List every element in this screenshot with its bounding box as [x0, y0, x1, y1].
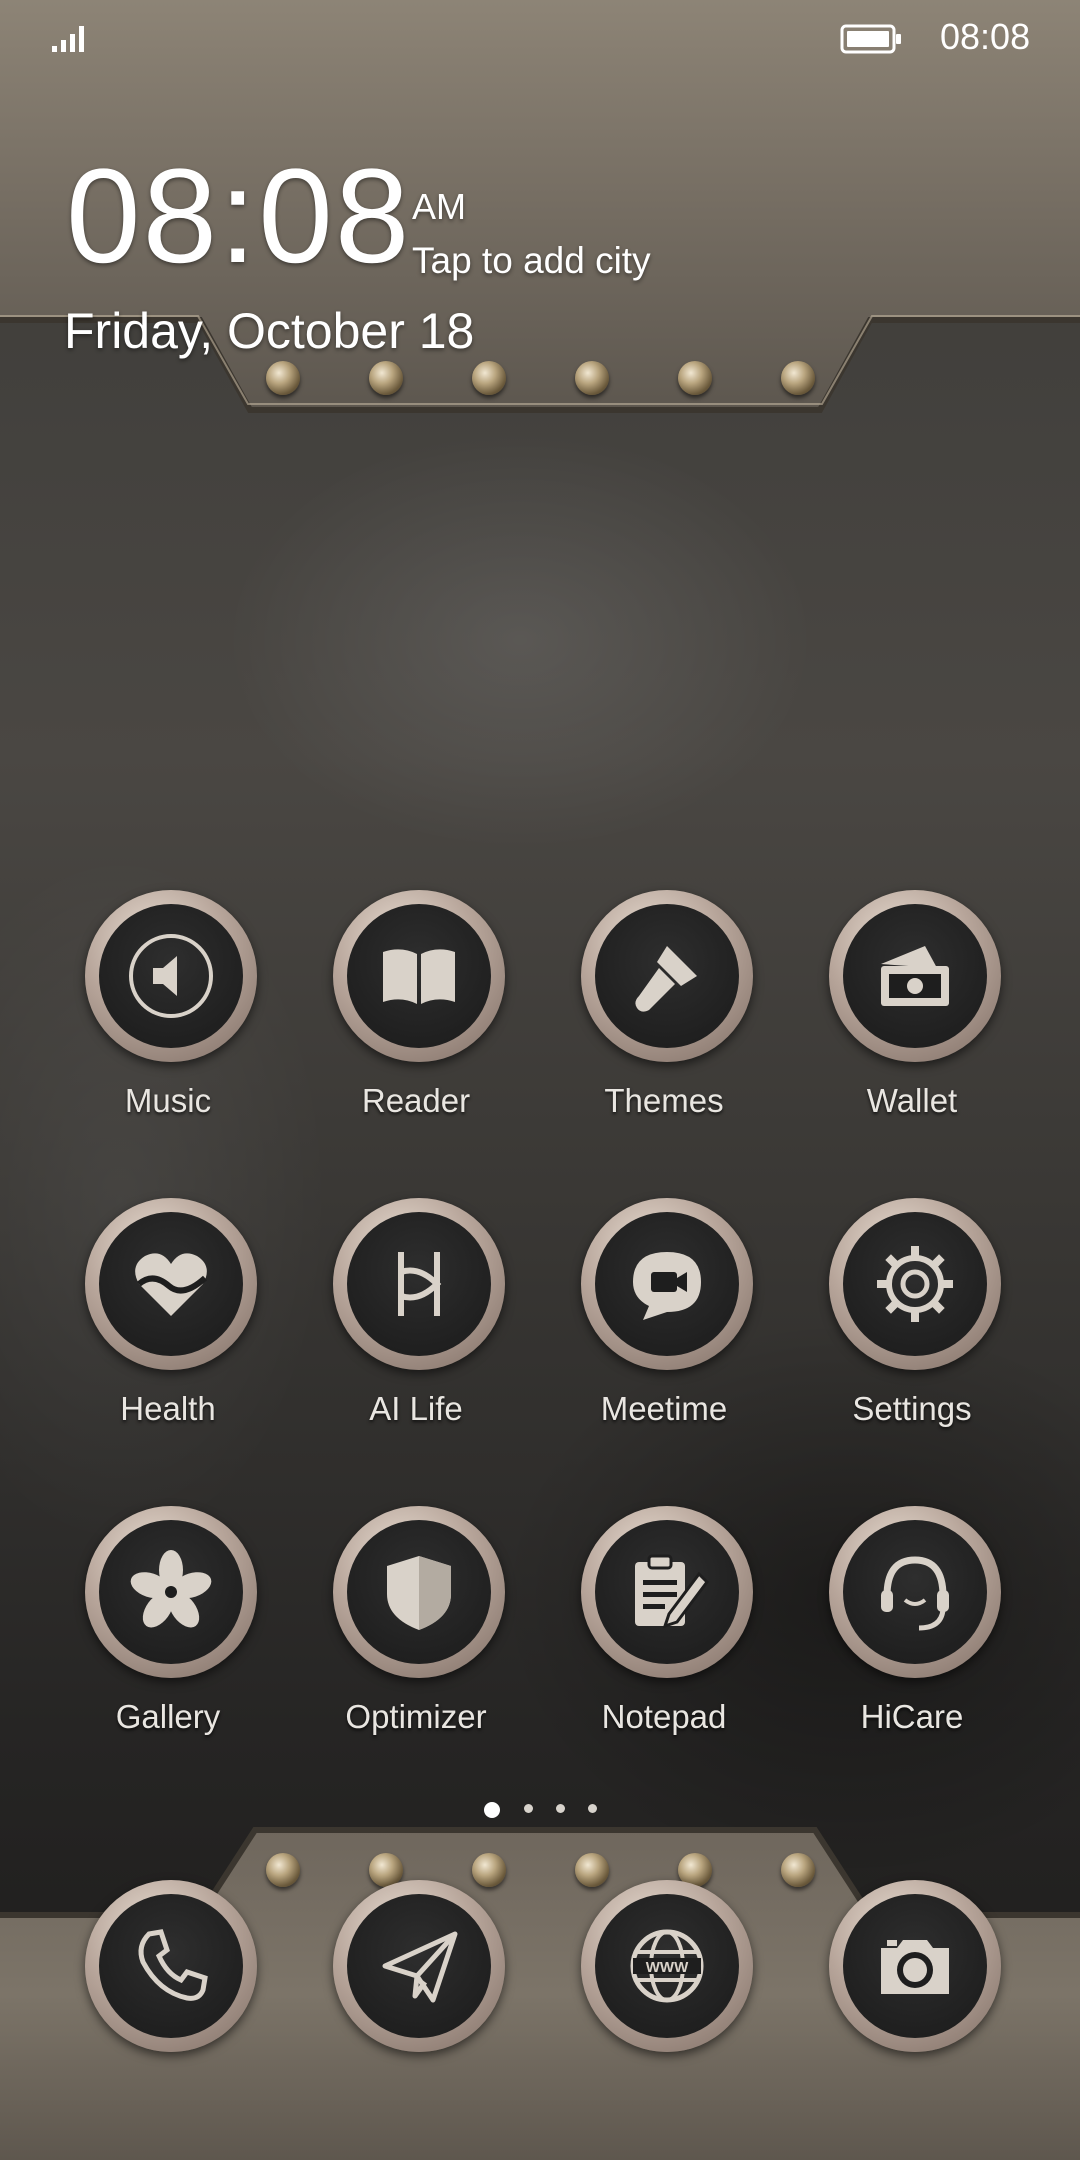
app-icon-ring[interactable] [829, 1880, 1001, 2052]
page-dot[interactable] [588, 1804, 597, 1813]
app-icon-ring[interactable] [829, 1198, 1001, 1370]
app-icon-ring[interactable] [85, 1198, 257, 1370]
app-label: Music [124, 1082, 212, 1119]
app-label: Health [120, 1390, 216, 1427]
paintbrush-icon [635, 946, 697, 1012]
wallet-icon [881, 946, 949, 1006]
app-label: Optimizer [345, 1698, 487, 1735]
dock-camera[interactable] [802, 1880, 1022, 2070]
app-settings[interactable]: Settings [802, 1198, 1022, 1448]
page-indicator[interactable] [0, 1800, 1080, 1824]
page-dot[interactable] [524, 1804, 533, 1813]
app-reader[interactable]: Reader [306, 890, 526, 1140]
app-gallery[interactable]: Gallery [58, 1506, 278, 1756]
app-icon-ring[interactable] [85, 890, 257, 1062]
app-icon-ring[interactable] [85, 1506, 257, 1678]
app-label: Notepad [601, 1698, 727, 1735]
rivet [678, 361, 712, 395]
app-label: Themes [604, 1082, 724, 1119]
status-bar: 08:08 [0, 0, 1080, 80]
app-label: AI Life [369, 1390, 463, 1427]
paper-plane-icon [382, 1931, 458, 2003]
app-label: Meetime [600, 1390, 728, 1427]
app-icon-ring[interactable] [581, 890, 753, 1062]
app-meetime[interactable]: Meetime [554, 1198, 774, 1448]
app-ai-life[interactable]: AI Life [306, 1198, 526, 1448]
svg-text:WWW: WWW [646, 1959, 689, 1976]
video-chat-icon [633, 1252, 701, 1320]
ai-life-icon [398, 1252, 442, 1316]
rivet [575, 361, 609, 395]
app-wallet[interactable]: Wallet [802, 890, 1022, 1140]
app-notepad[interactable]: Notepad [554, 1506, 774, 1756]
app-icon-ring[interactable] [333, 1880, 505, 2052]
status-time: 08:08 [940, 16, 1031, 57]
headset-icon [881, 1556, 949, 1631]
app-themes[interactable]: Themes [554, 890, 774, 1140]
app-icon-ring[interactable] [829, 890, 1001, 1062]
rivet [781, 361, 815, 395]
clock-ampm: AM [412, 186, 466, 227]
rivet [472, 361, 506, 395]
phone-icon [138, 1929, 208, 2001]
app-label: Gallery [115, 1698, 221, 1735]
page-dot[interactable] [556, 1804, 565, 1813]
book-icon [383, 949, 455, 1004]
app-label: Wallet [866, 1082, 958, 1119]
rivet [266, 361, 300, 395]
shield-icon [387, 1556, 451, 1630]
app-icon-ring[interactable] [581, 1506, 753, 1678]
add-city-link[interactable]: Tap to add city [412, 240, 651, 282]
app-icon-ring[interactable] [333, 890, 505, 1062]
dock-messages[interactable] [306, 1880, 526, 2070]
page-dot-active[interactable] [484, 1802, 500, 1818]
globe-www-icon: WWW [630, 1929, 704, 2003]
gear-icon [877, 1246, 953, 1322]
heart-icon [135, 1253, 208, 1316]
app-icon-ring[interactable] [85, 1880, 257, 2052]
flower-icon [130, 1550, 212, 1628]
app-music[interactable]: Music [58, 890, 278, 1140]
dock-browser[interactable]: WWW [554, 1880, 774, 2070]
clock-time[interactable]: 08:08 [66, 150, 411, 284]
dock-phone[interactable] [58, 1880, 278, 2070]
app-optimizer[interactable]: Optimizer [306, 1506, 526, 1756]
notepad-icon [635, 1554, 709, 1629]
battery-icon [840, 24, 901, 54]
app-icon-ring[interactable] [333, 1506, 505, 1678]
app-label: Settings [852, 1390, 972, 1427]
camera-icon [881, 1940, 949, 1994]
signal-bars-icon [52, 26, 84, 52]
app-icon-ring[interactable] [829, 1506, 1001, 1678]
rivet [369, 361, 403, 395]
app-label: Reader [361, 1082, 471, 1119]
app-icon-ring[interactable] [581, 1198, 753, 1370]
clock-date[interactable]: Friday, October 18 [64, 302, 474, 360]
app-icon-ring[interactable]: WWW [581, 1880, 753, 2052]
app-icon-ring[interactable] [333, 1198, 505, 1370]
app-label: HiCare [860, 1698, 964, 1735]
app-hicare[interactable]: HiCare [802, 1506, 1022, 1756]
app-health[interactable]: Health [58, 1198, 278, 1448]
speaker-icon [129, 934, 213, 1018]
